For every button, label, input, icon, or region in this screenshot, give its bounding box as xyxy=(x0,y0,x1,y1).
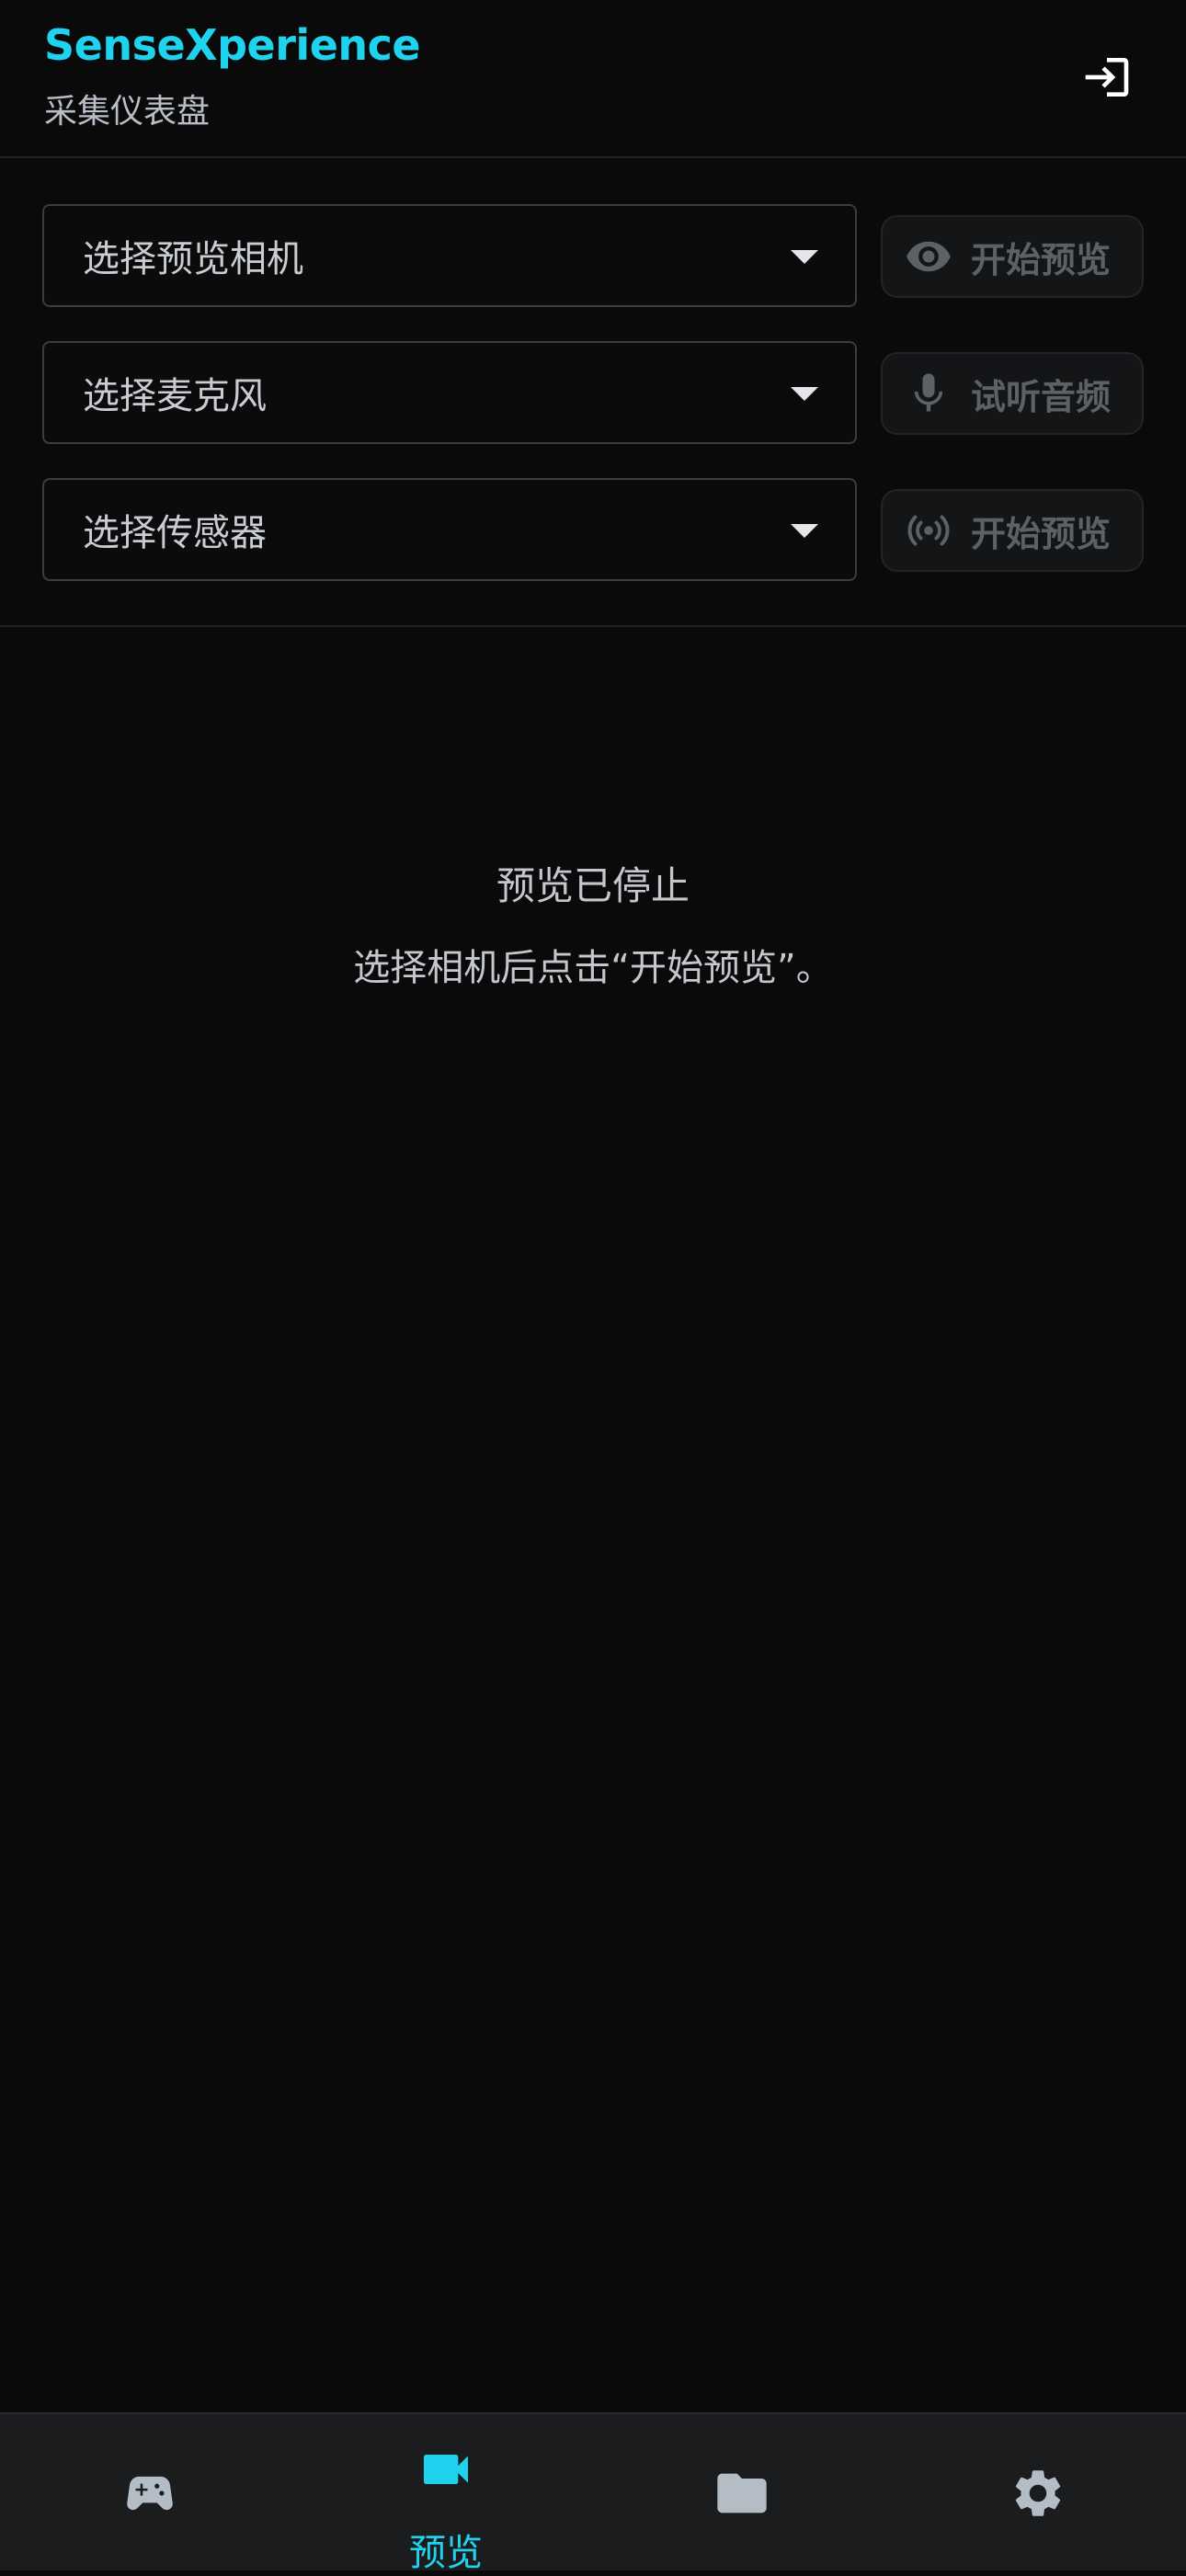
nav-item-files[interactable] xyxy=(594,2414,890,2572)
listen-audio-label: 试听音频 xyxy=(971,376,1112,417)
caret-down-icon xyxy=(791,250,818,264)
sensor-row: 选择传感器 开始预览 xyxy=(42,478,1144,581)
microphone-row: 选择麦克风 试听音频 xyxy=(42,341,1144,444)
app-title: SenseXperience xyxy=(44,20,421,70)
gear-icon xyxy=(1009,2464,1067,2523)
login-icon xyxy=(1085,58,1129,97)
caret-down-icon xyxy=(791,387,818,401)
caret-down-icon xyxy=(791,524,818,538)
device-controls: 选择预览相机 开始预览 选择麦克风 试听音频 选择传感器 开始预览 xyxy=(0,160,1186,627)
video-camera-icon xyxy=(416,2440,475,2499)
microphone-select[interactable]: 选择麦克风 xyxy=(42,341,857,444)
nav-item-settings[interactable] xyxy=(890,2414,1186,2572)
app-header: SenseXperience 采集仪表盘 xyxy=(0,0,1186,158)
sensor-select-label: 选择传感器 xyxy=(83,512,267,554)
broadcast-icon xyxy=(903,505,954,556)
listen-audio-button[interactable]: 试听音频 xyxy=(881,352,1144,435)
camera-row: 选择预览相机 开始预览 xyxy=(42,204,1144,307)
bottom-nav: 预览 xyxy=(0,2412,1186,2574)
login-button[interactable] xyxy=(1078,48,1136,107)
camera-select[interactable]: 选择预览相机 xyxy=(42,204,857,307)
app-subtitle: 采集仪表盘 xyxy=(44,93,211,131)
microphone-select-label: 选择麦克风 xyxy=(83,375,267,417)
nav-item-preview[interactable]: 预览 xyxy=(298,2414,594,2574)
start-sensor-preview-label: 开始预览 xyxy=(971,513,1112,554)
start-sensor-preview-button[interactable]: 开始预览 xyxy=(881,489,1144,572)
preview-status-title: 预览已停止 xyxy=(496,863,690,908)
camera-select-label: 选择预览相机 xyxy=(83,238,303,280)
nav-item-preview-label: 预览 xyxy=(409,2532,483,2574)
start-camera-preview-button[interactable]: 开始预览 xyxy=(881,215,1144,298)
gamepad-icon xyxy=(120,2464,179,2523)
preview-status-description: 选择相机后点击“开始预览”。 xyxy=(353,947,833,989)
nav-item-controller[interactable] xyxy=(2,2414,298,2572)
eye-icon xyxy=(903,231,954,282)
start-camera-preview-label: 开始预览 xyxy=(971,239,1112,280)
folder-icon xyxy=(713,2464,771,2523)
sensor-select[interactable]: 选择传感器 xyxy=(42,478,857,581)
microphone-icon xyxy=(903,368,954,419)
